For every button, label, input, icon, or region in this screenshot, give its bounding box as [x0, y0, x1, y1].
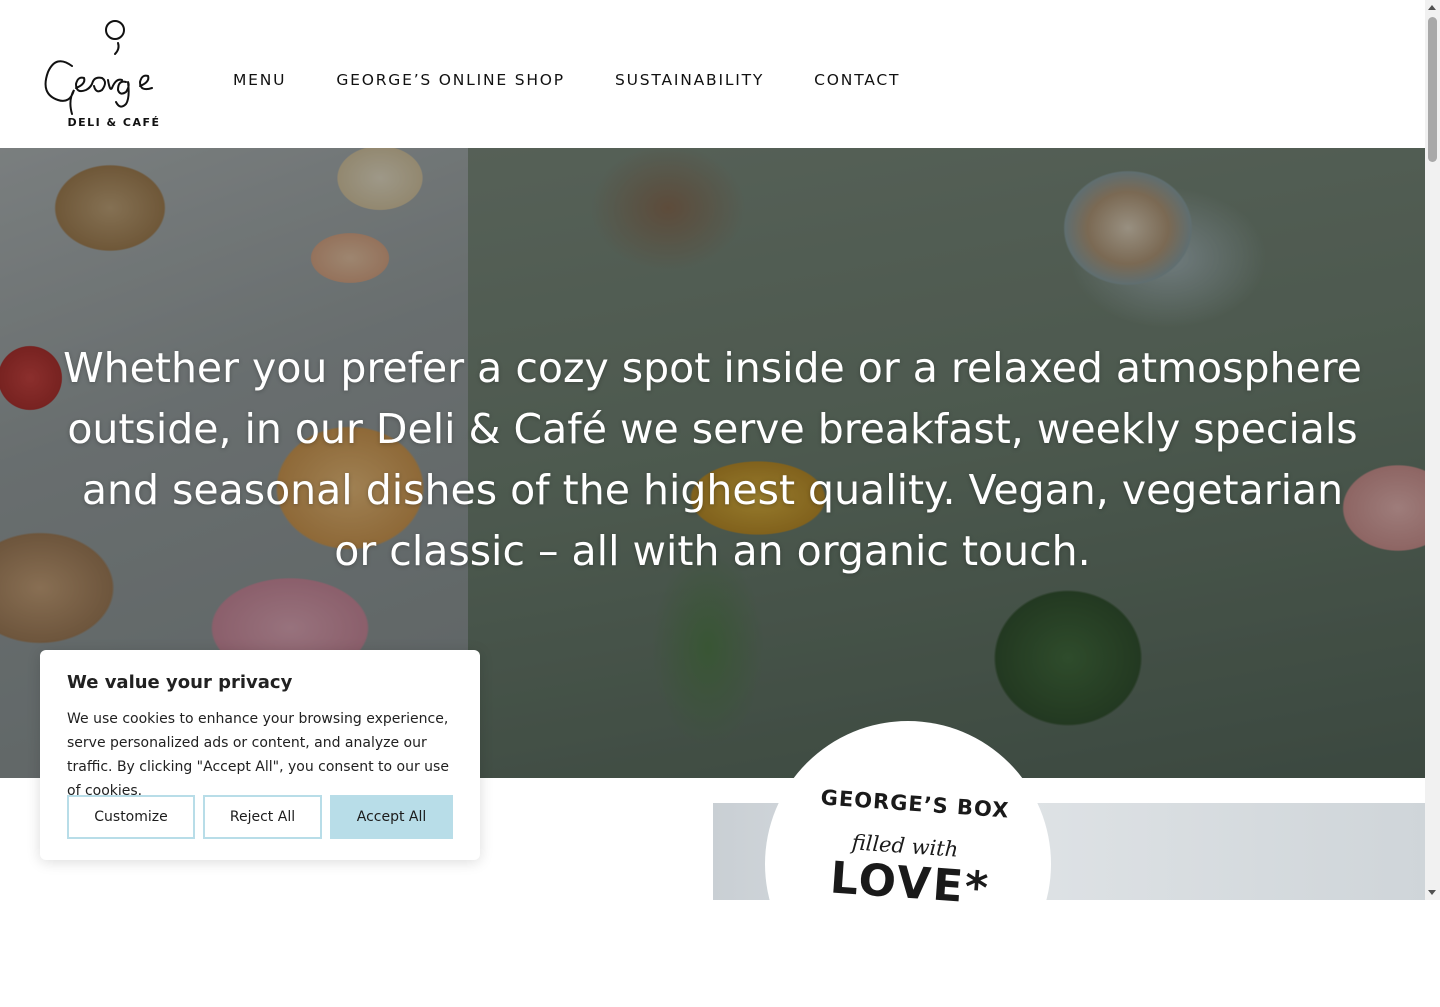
george-logo-icon	[44, 20, 153, 115]
scroll-down-icon[interactable]	[1428, 890, 1436, 895]
nav-item-sustainability[interactable]: SUSTAINABILITY	[615, 71, 764, 89]
accept-all-button[interactable]: Accept All	[330, 795, 453, 839]
cookie-consent-banner: We value your privacy We use cookies to …	[40, 650, 480, 860]
logo-subtitle: DELI & CAFÉ	[67, 116, 161, 129]
cookie-title: We value your privacy	[67, 672, 293, 693]
scroll-up-icon[interactable]	[1428, 5, 1436, 10]
nav-item-menu[interactable]: MENU	[233, 71, 286, 89]
logo[interactable]: DELI & CAFÉ	[44, 16, 184, 134]
scroll-thumb[interactable]	[1428, 17, 1437, 162]
main-nav: MENU GEORGE’S ONLINE SHOP SUSTAINABILITY…	[233, 71, 900, 89]
customize-button[interactable]: Customize	[67, 795, 195, 839]
hero-text: Whether you prefer a cozy spot inside or…	[63, 344, 1362, 575]
nav-item-online-shop[interactable]: GEORGE’S ONLINE SHOP	[336, 71, 565, 89]
nav-item-contact[interactable]: CONTACT	[814, 71, 900, 89]
page-scrollbar[interactable]	[1425, 0, 1440, 900]
cookie-text: We use cookies to enhance your browsing …	[67, 711, 449, 799]
reject-all-button[interactable]: Reject All	[203, 795, 322, 839]
site-header: DELI & CAFÉ MENU GEORGE’S ONLINE SHOP SU…	[0, 0, 1425, 148]
